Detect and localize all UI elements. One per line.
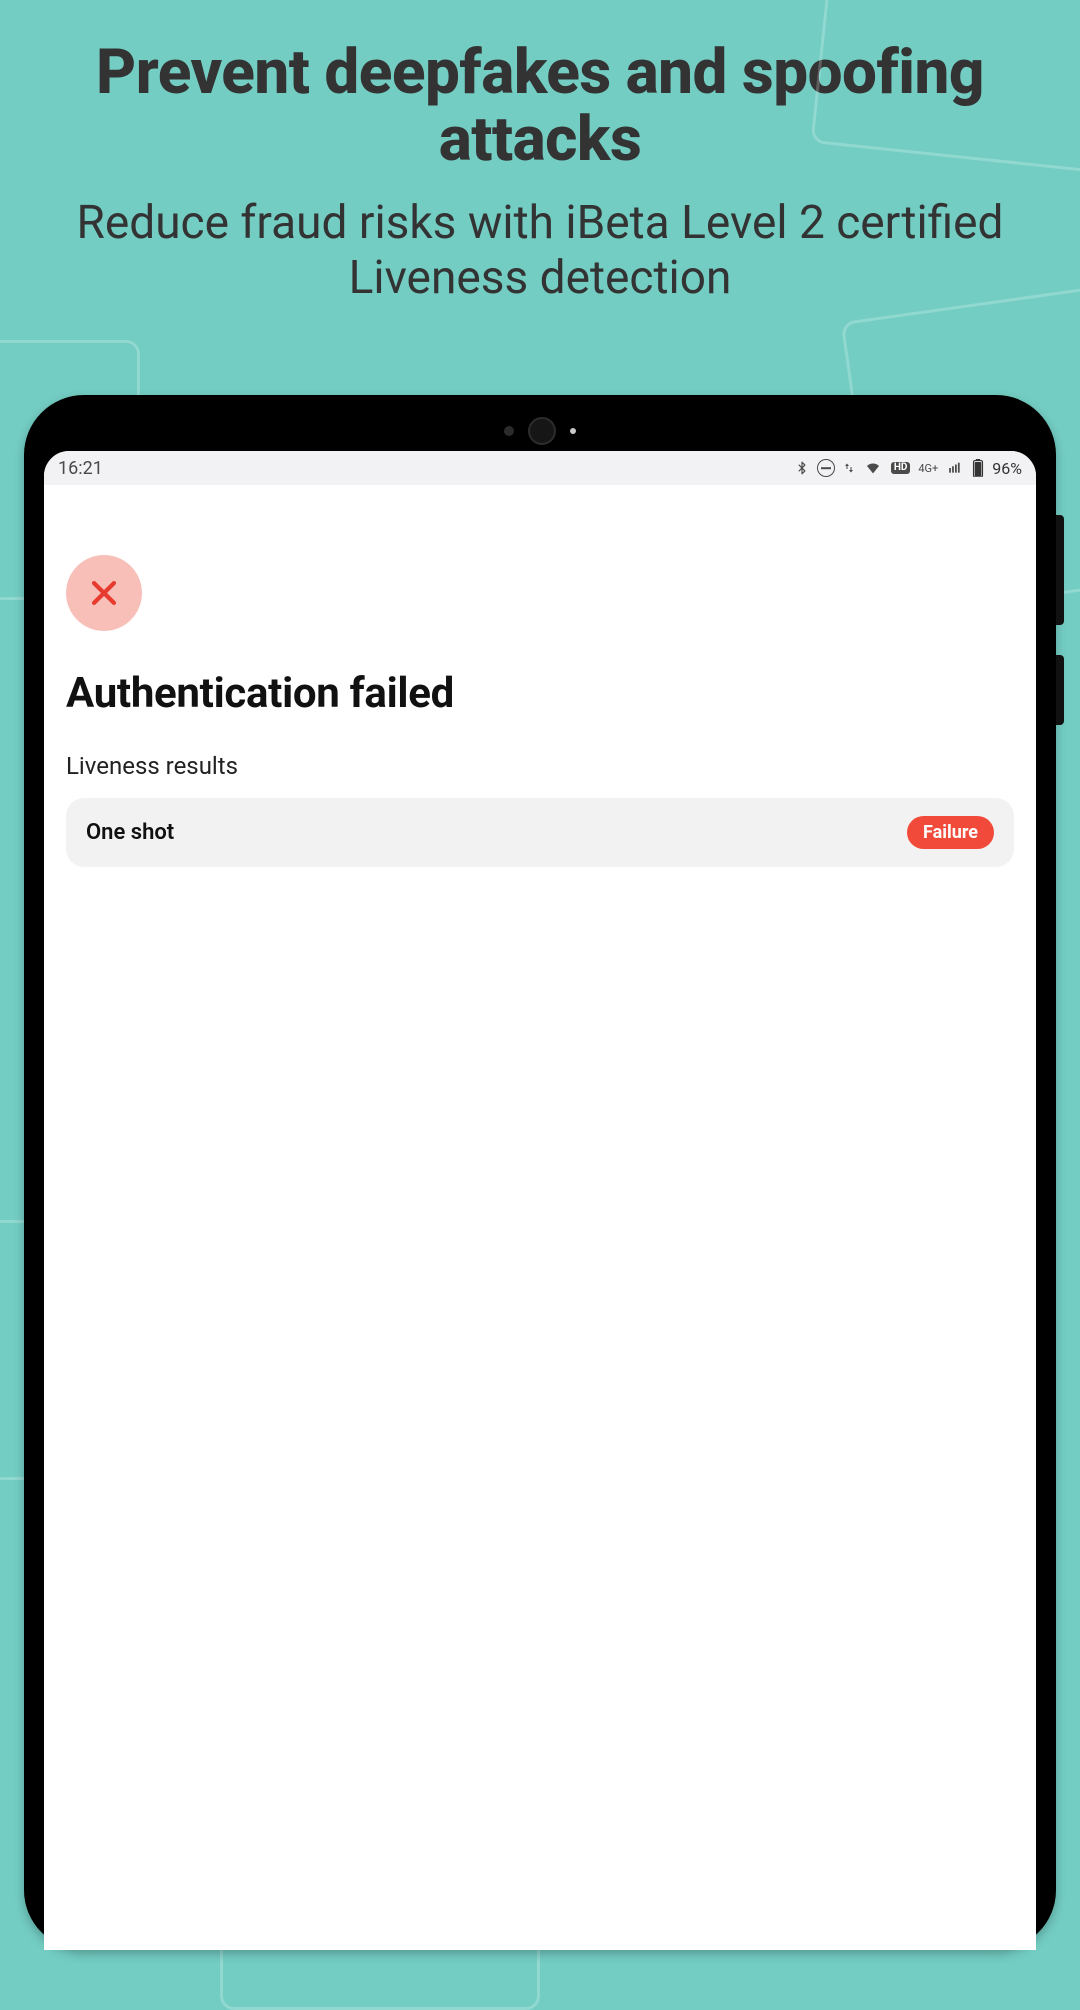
camera-cluster bbox=[504, 417, 576, 445]
network-type: 4G+ bbox=[918, 462, 938, 475]
auth-result-screen: Authentication failed Liveness results O… bbox=[44, 485, 1036, 1950]
liveness-results-label: Liveness results bbox=[66, 752, 1014, 780]
failure-badge-icon bbox=[66, 555, 142, 631]
status-bar: 16:21 HD 4G+ 9 bbox=[44, 451, 1036, 485]
liveness-result-row[interactable]: One shot Failure bbox=[66, 798, 1014, 867]
clock: 16:21 bbox=[58, 458, 103, 479]
volume-button-icon bbox=[1056, 515, 1064, 625]
sensor-dot-icon bbox=[504, 426, 514, 436]
do-not-disturb-icon bbox=[817, 459, 835, 477]
battery-percent: 96% bbox=[992, 459, 1022, 478]
cellular-signal-icon bbox=[946, 459, 964, 477]
data-updown-icon bbox=[843, 459, 855, 477]
hero-subtitle: Reduce fraud risks with iBeta Level 2 ce… bbox=[60, 196, 1020, 306]
tablet-frame: 16:21 HD 4G+ 9 bbox=[24, 395, 1056, 1950]
result-name: One shot bbox=[86, 820, 174, 845]
marketing-hero: Prevent deepfakes and spoofing attacks R… bbox=[0, 0, 1080, 316]
bluetooth-icon bbox=[795, 459, 809, 477]
screen-title: Authentication failed bbox=[66, 669, 1014, 718]
status-bar-right: HD 4G+ 96% bbox=[795, 459, 1022, 478]
sensor-dot-icon bbox=[570, 428, 576, 434]
hd-badge: HD bbox=[891, 462, 911, 474]
front-camera-icon bbox=[528, 417, 556, 445]
status-badge: Failure bbox=[907, 816, 994, 849]
wifi-icon bbox=[863, 459, 883, 477]
device-screen: 16:21 HD 4G+ 9 bbox=[44, 451, 1036, 1950]
hero-title: Prevent deepfakes and spoofing attacks bbox=[60, 40, 1020, 174]
power-button-icon bbox=[1056, 655, 1064, 725]
x-icon bbox=[87, 576, 121, 610]
battery-icon bbox=[972, 459, 984, 477]
